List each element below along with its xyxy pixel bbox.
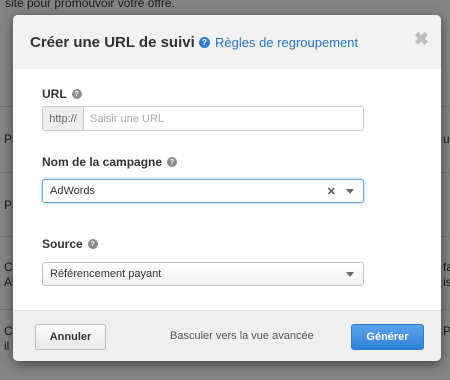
source-select[interactable]: Référencement payant bbox=[42, 262, 364, 286]
campaign-name-label: Nom de la campagne ? bbox=[42, 155, 178, 169]
campaign-name-select[interactable]: AdWords ✕ bbox=[42, 179, 364, 203]
help-icon[interactable]: ? bbox=[71, 89, 82, 99]
url-label-text: URL bbox=[42, 87, 67, 101]
campaign-name-value: AdWords bbox=[50, 185, 96, 197]
question-circle-icon: ? bbox=[199, 37, 210, 48]
campaign-name-label-text: Nom de la campagne bbox=[42, 155, 163, 169]
source-label: Source ? bbox=[42, 237, 98, 251]
close-icon[interactable]: ✖ bbox=[414, 30, 429, 48]
dialog-title: Créer une URL de suivi bbox=[30, 34, 195, 51]
chevron-down-icon[interactable] bbox=[346, 271, 354, 277]
cancel-button[interactable]: Annuler bbox=[35, 324, 106, 350]
url-label: URL ? bbox=[42, 87, 82, 101]
url-input-group: http:// bbox=[42, 106, 364, 131]
grouping-rules-link[interactable]: ? Règles de regroupement bbox=[199, 35, 358, 50]
help-icon[interactable]: ? bbox=[87, 239, 98, 249]
source-value: Référencement payant bbox=[50, 268, 162, 280]
generate-button[interactable]: Générer bbox=[351, 324, 424, 350]
chevron-down-icon[interactable] bbox=[346, 188, 354, 194]
grouping-rules-link-label: Règles de regroupement bbox=[215, 35, 359, 50]
dialog-footer: Annuler Basculer vers la vue avancée Gén… bbox=[13, 310, 441, 361]
clear-icon[interactable]: ✕ bbox=[327, 185, 336, 198]
source-label-text: Source bbox=[42, 237, 83, 251]
help-icon[interactable]: ? bbox=[167, 157, 178, 167]
dialog-header: Créer une URL de suivi ? Règles de regro… bbox=[13, 15, 441, 69]
url-protocol-prefix: http:// bbox=[43, 107, 84, 130]
tracking-url-dialog: Créer une URL de suivi ? Règles de regro… bbox=[13, 15, 441, 361]
url-input[interactable] bbox=[84, 107, 363, 130]
advanced-view-link[interactable]: Basculer vers la vue avancée bbox=[170, 330, 314, 342]
